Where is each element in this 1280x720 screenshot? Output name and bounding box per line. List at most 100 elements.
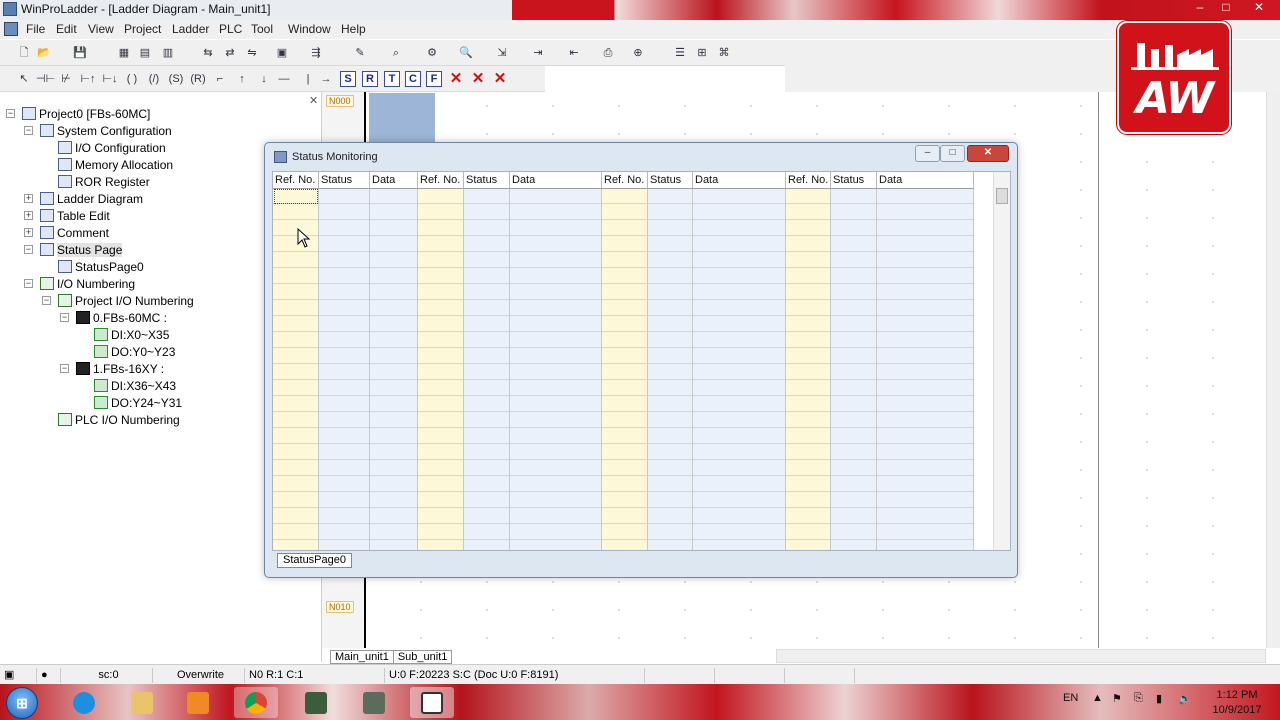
new-file-icon[interactable]: 🗋 — [16, 45, 32, 61]
up-branch-icon[interactable]: ↑ — [234, 71, 250, 87]
internet-explorer-icon[interactable] — [62, 687, 106, 718]
org-view-icon[interactable]: ▥ — [160, 45, 176, 61]
document-icon[interactable] — [4, 22, 18, 36]
app-2-icon[interactable] — [352, 687, 396, 718]
network-app-icon[interactable]: ⎘ — [1134, 692, 1143, 705]
delete-branch-icon[interactable]: ✕ — [492, 71, 508, 87]
scrollbar-thumb[interactable] — [996, 188, 1008, 204]
windows-start-button[interactable]: ⊞ — [6, 687, 38, 719]
menu-project[interactable]: Project — [124, 22, 161, 36]
menu-plc[interactable]: PLC — [219, 22, 242, 36]
dialog-maximize-button[interactable]: □ — [940, 145, 965, 162]
tab-main-unit1[interactable]: Main_unit1 — [330, 650, 394, 664]
tree-close-icon[interactable]: ✕ — [309, 94, 318, 107]
column-header-data[interactable]: Data — [877, 172, 974, 189]
volume-icon[interactable]: 🔈 — [1178, 692, 1192, 705]
tree-node-io-configuration[interactable]: I/O Configuration — [58, 140, 166, 156]
collapse-icon[interactable]: − — [24, 279, 33, 288]
coil-reset-icon[interactable]: (R) — [190, 71, 206, 87]
maximize-button[interactable]: □ — [1213, 0, 1239, 18]
tree-node-do-y0-y23[interactable]: DO:Y0~Y23 — [94, 344, 175, 360]
column-header-ref-no[interactable]: Ref. No. — [273, 172, 319, 189]
expand-icon[interactable]: + — [24, 211, 33, 220]
column-header-data[interactable]: Data — [370, 172, 418, 189]
menu-tool[interactable]: Tool — [251, 22, 273, 36]
contact-nc-icon[interactable]: ⊬ — [58, 71, 74, 87]
media-player-icon[interactable] — [176, 687, 220, 718]
status-grid[interactable]: Ref. No. Status Data Ref. No. Status Dat… — [272, 171, 1011, 551]
tree-node-project-io-numbering[interactable]: Project I/O Numbering — [58, 293, 194, 309]
column-header-ref-no[interactable]: Ref. No. — [602, 172, 648, 189]
tree-node-comment[interactable]: Comment — [40, 225, 109, 241]
timer-function-icon[interactable]: T — [384, 71, 400, 87]
column-header-data[interactable]: Data — [693, 172, 786, 189]
focused-cell[interactable] — [274, 189, 318, 204]
horizontal-line-icon[interactable]: — — [276, 71, 292, 87]
reset-function-icon[interactable]: R — [362, 71, 378, 87]
delete-line-icon[interactable]: ✕ — [470, 71, 486, 87]
collapse-icon[interactable]: − — [42, 296, 51, 305]
table-view-icon[interactable]: ▤ — [137, 45, 153, 61]
edit-icon[interactable]: ✎ — [352, 45, 368, 61]
dialog-close-button[interactable]: ✕ — [967, 145, 1009, 162]
file-explorer-icon[interactable] — [120, 687, 164, 718]
collapse-icon[interactable]: − — [24, 126, 33, 135]
tree-node-module-1[interactable]: 1.FBs-16XY : — [76, 361, 164, 377]
compare-icon[interactable]: ⇶ — [308, 45, 324, 61]
goto-icon[interactable]: ⇲ — [494, 45, 510, 61]
language-indicator[interactable]: EN — [1063, 692, 1078, 704]
contact-up-icon[interactable]: ⊢↑ — [80, 71, 96, 87]
coil-set-icon[interactable]: (S) — [168, 71, 184, 87]
tree-node-table-edit[interactable]: Table Edit — [40, 208, 110, 224]
menu-file[interactable]: File — [26, 22, 45, 36]
contact-down-icon[interactable]: ⊢↓ — [102, 71, 118, 87]
flag-icon[interactable]: ⚑ — [1112, 692, 1122, 705]
collapse-icon[interactable]: − — [60, 313, 69, 322]
print-icon[interactable]: ⎙ — [600, 45, 616, 61]
menu-view[interactable]: View — [88, 22, 114, 36]
app-1-icon[interactable] — [294, 687, 338, 718]
function-block-icon[interactable]: F — [426, 71, 442, 87]
search-icon[interactable]: 🔍 — [458, 45, 474, 61]
insert-icon[interactable]: ⇥ — [530, 45, 546, 61]
align-icon[interactable]: ☰ — [672, 45, 688, 61]
contact-no-icon[interactable]: ⊣⊢ — [36, 71, 55, 87]
menu-ladder[interactable]: Ladder — [172, 22, 209, 36]
coil-icon[interactable]: ( ) — [124, 71, 140, 87]
counter-function-icon[interactable]: C — [405, 71, 421, 87]
run-icon[interactable]: ⇆ — [200, 45, 216, 61]
set-function-icon[interactable]: S — [340, 71, 356, 87]
tree-node-project[interactable]: Project0 [FBs-60MC] — [22, 106, 150, 122]
grid-vertical-scrollbar[interactable] — [993, 172, 1010, 550]
expand-icon[interactable]: + — [24, 228, 33, 237]
close-button[interactable]: ✕ — [1246, 0, 1272, 18]
replace-icon[interactable]: ⚙ — [424, 45, 440, 61]
collapse-icon[interactable]: − — [60, 364, 69, 373]
editor-vertical-scrollbar[interactable] — [1266, 92, 1280, 648]
tab-sub-unit1[interactable]: Sub_unit1 — [392, 650, 453, 664]
column-header-data[interactable]: Data — [510, 172, 602, 189]
tree-node-status-page[interactable]: Status Page — [40, 242, 123, 258]
find-icon[interactable]: ⌕ — [388, 45, 404, 61]
menu-edit[interactable]: Edit — [56, 22, 77, 36]
tree-node-memory-allocation[interactable]: Memory Allocation — [58, 157, 173, 173]
tray-expand-icon[interactable]: ▲ — [1092, 692, 1103, 704]
tree-node-ladder-diagram[interactable]: Ladder Diagram — [40, 191, 143, 207]
online-icon[interactable]: ⇋ — [244, 45, 260, 61]
vertical-line-icon[interactable]: | — [300, 71, 316, 87]
tree-node-do-y24-y31[interactable]: DO:Y24~Y31 — [94, 395, 182, 411]
tree-node-statuspage0[interactable]: StatusPage0 — [58, 259, 144, 275]
column-header-status[interactable]: Status — [648, 172, 693, 189]
menu-help[interactable]: Help — [341, 22, 366, 36]
column-header-ref-no[interactable]: Ref. No. — [786, 172, 831, 189]
arrow-line-icon[interactable]: → — [318, 71, 334, 87]
pointer-icon[interactable]: ↖ — [16, 71, 32, 87]
column-header-ref-no[interactable]: Ref. No. — [418, 172, 464, 189]
stop-icon[interactable]: ⇄ — [222, 45, 238, 61]
zoom-icon[interactable]: ⊕ — [630, 45, 646, 61]
chrome-icon[interactable] — [234, 687, 278, 718]
tree-node-di-x0-x35[interactable]: DI:X0~X35 — [94, 327, 169, 343]
dialog-minimize-button[interactable]: – — [915, 145, 940, 162]
tree-node-module-0[interactable]: 0.FBs-60MC : — [76, 310, 167, 326]
open-branch-icon[interactable]: ⌐ — [212, 71, 228, 87]
